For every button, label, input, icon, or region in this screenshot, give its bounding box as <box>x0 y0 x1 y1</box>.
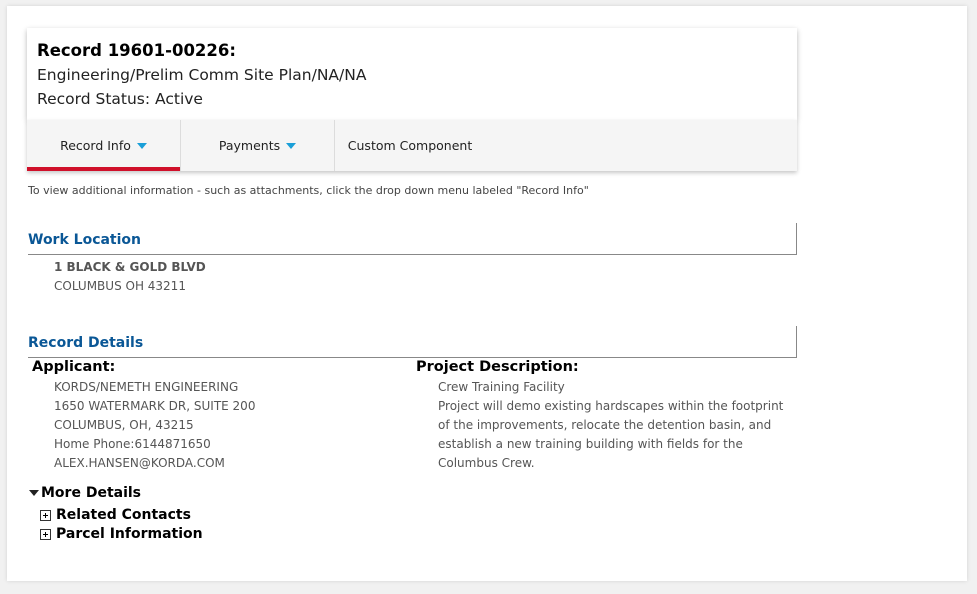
work-location-line1: 1 BLACK & GOLD BLVD <box>54 260 206 274</box>
parcel-information-label: Parcel Information <box>56 526 203 542</box>
page-container: Record 19601-00226: Engineering/Prelim C… <box>7 6 967 581</box>
applicant-address: 1650 WATERMARK DR, SUITE 200 <box>54 399 256 413</box>
applicant-phone: Home Phone:6144871650 <box>54 437 211 451</box>
work-location-heading: Work Location <box>28 223 797 255</box>
project-description-label: Project Description: <box>416 359 579 375</box>
record-header-card: Record 19601-00226: Engineering/Prelim C… <box>27 28 797 120</box>
parcel-information-toggle[interactable]: Parcel Information <box>40 526 203 542</box>
project-description: Crew Training Facility Project will demo… <box>438 378 798 473</box>
tab-payments[interactable]: Payments <box>181 120 335 171</box>
related-contacts-label: Related Contacts <box>56 507 191 523</box>
expand-plus-icon <box>40 528 51 540</box>
chevron-down-icon <box>136 142 147 149</box>
tab-custom-component[interactable]: Custom Component <box>335 120 485 171</box>
tab-record-info[interactable]: Record Info <box>27 120 181 171</box>
applicant-city: COLUMBUS, OH, 43215 <box>54 418 194 432</box>
tab-record-info-label: Record Info <box>60 138 131 153</box>
related-contacts-toggle[interactable]: Related Contacts <box>40 507 191 523</box>
project-name: Crew Training Facility <box>438 380 565 394</box>
record-details-title: Record Details <box>28 335 144 351</box>
record-tabs: Record Info Payments Custom Component <box>27 120 797 171</box>
applicant-email: ALEX.HANSEN@KORDA.COM <box>54 456 225 470</box>
project-description-text: Project will demo existing hardscapes wi… <box>438 399 784 470</box>
more-details-toggle[interactable]: More Details <box>29 485 141 501</box>
applicant-name: KORDS/NEMETH ENGINEERING <box>54 380 239 394</box>
work-location-line2: COLUMBUS OH 43211 <box>54 279 186 293</box>
record-details-heading: Record Details <box>28 326 797 358</box>
expand-plus-icon <box>40 509 51 521</box>
tab-payments-label: Payments <box>218 138 281 153</box>
record-status: Record Status: Active <box>37 90 203 108</box>
info-note: To view additional information - such as… <box>28 184 589 197</box>
record-title: Record 19601-00226: <box>37 41 236 60</box>
work-location-title: Work Location <box>28 232 142 248</box>
chevron-down-icon <box>286 142 297 149</box>
tab-custom-component-label: Custom Component <box>347 138 473 153</box>
caret-down-icon <box>29 490 39 496</box>
applicant-label: Applicant: <box>32 359 116 375</box>
record-type: Engineering/Prelim Comm Site Plan/NA/NA <box>37 66 367 84</box>
more-details-label: More Details <box>41 485 142 501</box>
